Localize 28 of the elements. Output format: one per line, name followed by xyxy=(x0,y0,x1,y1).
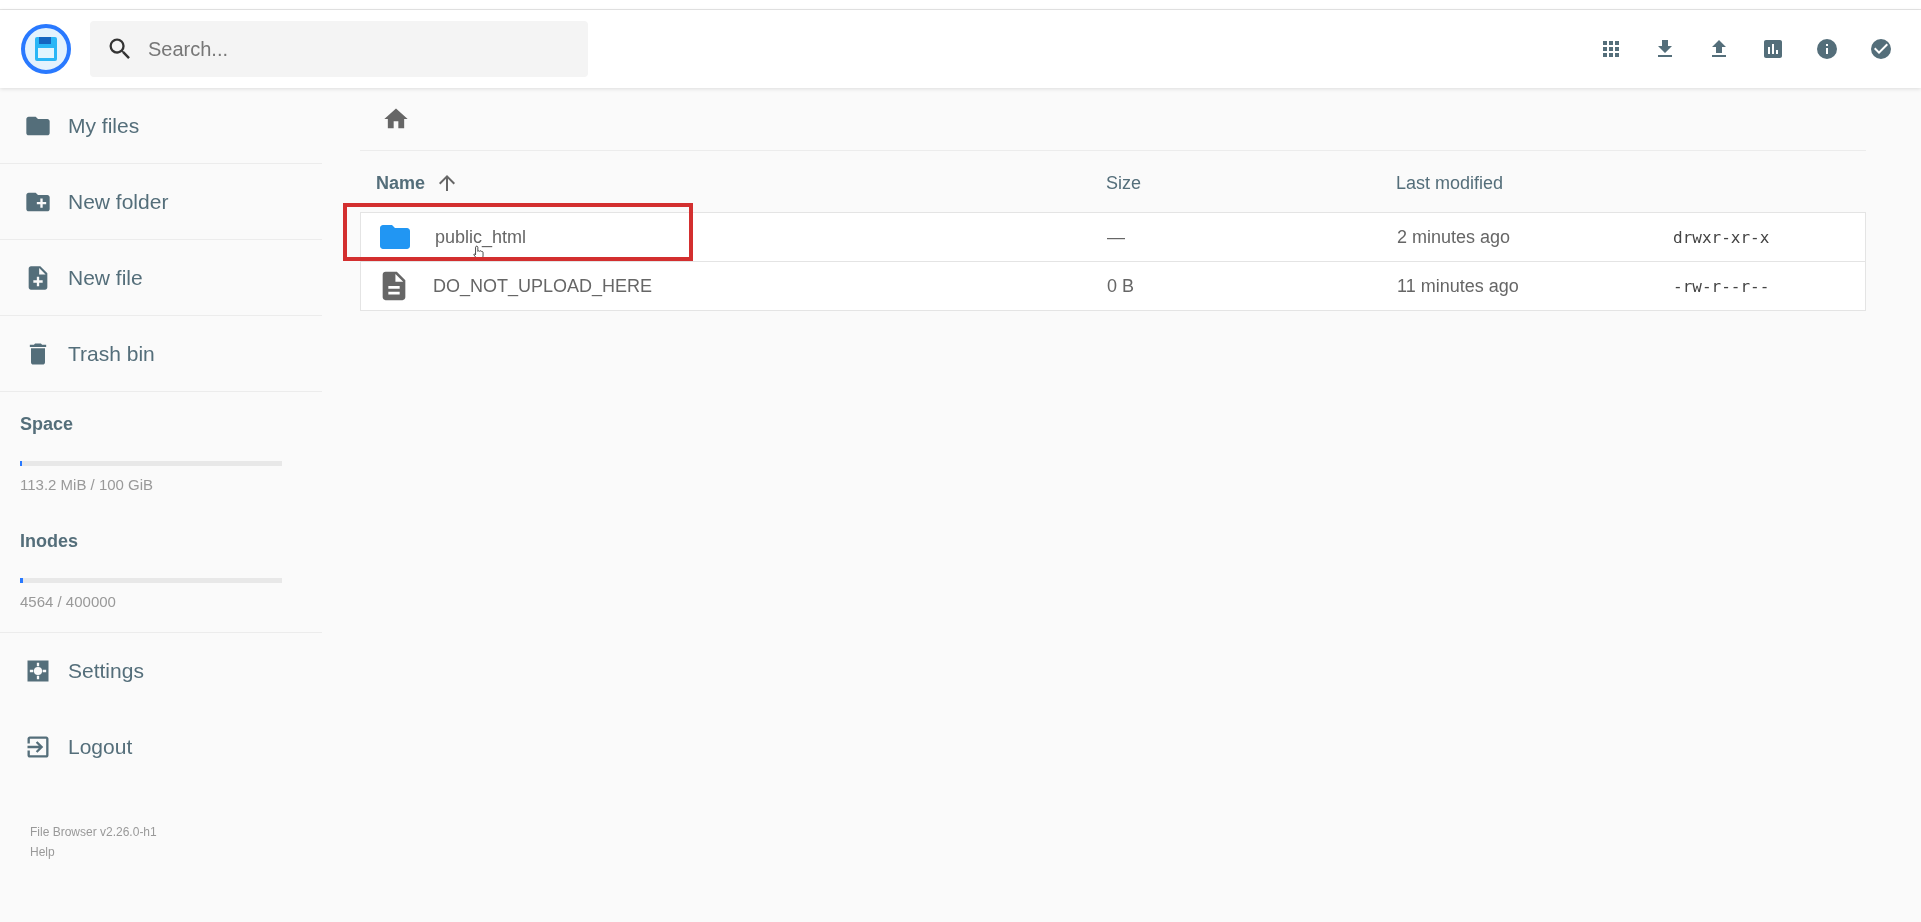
sidebar-item[interactable]: New folder xyxy=(0,164,322,240)
column-header[interactable]: Name xyxy=(376,171,1106,195)
sidebar-item[interactable]: New file xyxy=(0,240,322,316)
sidebar-item[interactable]: Trash bin xyxy=(0,316,322,392)
file-name: DO_NOT_UPLOAD_HERE xyxy=(433,275,653,297)
floppy-disk-logo-icon[interactable] xyxy=(20,23,72,75)
sidebar-item[interactable]: My files xyxy=(0,88,322,164)
file-row[interactable]: DO_NOT_UPLOAD_HERE 0 B 11 minutes ago -rw-r--r-- xyxy=(360,261,1866,311)
column-header[interactable]: Size xyxy=(1106,172,1396,194)
search-input[interactable]: Search... xyxy=(146,36,572,62)
search-bar[interactable]: Search... xyxy=(90,21,588,77)
modified-time: 11 minutes ago xyxy=(1397,275,1520,297)
file-size: 0 B xyxy=(1107,275,1136,297)
permissions-text: -rw-r--r-- xyxy=(1673,276,1771,296)
sidebar-item[interactable]: Logout xyxy=(0,709,322,785)
usage-reading: 113.2 MiB / 100 GiB xyxy=(20,476,155,493)
help-link[interactable]: Help xyxy=(30,845,292,859)
file-row[interactable]: public_html — 2 minutes ago drwxr-xr-x xyxy=(360,212,1866,262)
permissions-text: drwxr-xr-x xyxy=(1673,227,1771,247)
file-size: — xyxy=(1107,226,1126,248)
version-text: File Browser v2.26.0-h1 xyxy=(30,825,158,839)
sidebar-item[interactable]: Settings xyxy=(0,633,322,709)
usage-reading: 4564 / 400000 xyxy=(20,593,117,610)
column-header[interactable]: Last modified xyxy=(1396,172,1672,194)
file-name: public_html xyxy=(435,226,527,248)
usage-label: Space xyxy=(20,414,75,435)
modified-time: 2 minutes ago xyxy=(1397,226,1512,248)
usage-label: Inodes xyxy=(20,531,79,552)
